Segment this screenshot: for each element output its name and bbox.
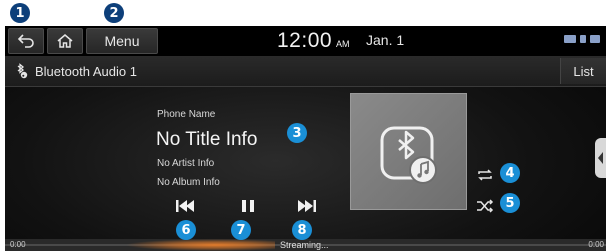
bluetooth-status-icon bbox=[580, 35, 586, 43]
pause-icon bbox=[242, 200, 254, 212]
callout-3: 3 bbox=[287, 123, 307, 143]
callout-4: 4 bbox=[500, 163, 520, 183]
repeat-button[interactable] bbox=[475, 168, 495, 182]
list-button[interactable]: List bbox=[560, 58, 606, 84]
previous-track-button[interactable] bbox=[172, 197, 198, 215]
bluetooth-music-icon bbox=[380, 126, 437, 184]
source-header: Bluetooth Audio 1 List bbox=[5, 56, 606, 87]
bluetooth-audio-icon bbox=[17, 63, 28, 79]
status-icons bbox=[564, 35, 600, 43]
callout-1: 1 bbox=[10, 3, 30, 23]
signal-icon bbox=[590, 35, 600, 43]
home-button[interactable] bbox=[47, 28, 83, 54]
total-time: 0:00 bbox=[588, 240, 604, 249]
pause-button[interactable] bbox=[235, 197, 261, 215]
battery-icon bbox=[564, 35, 576, 43]
track-title: No Title Info bbox=[156, 129, 258, 150]
menu-button[interactable]: Menu bbox=[86, 28, 158, 54]
streaming-status: Streaming... bbox=[280, 240, 329, 250]
source-title: Bluetooth Audio 1 bbox=[35, 64, 137, 79]
next-track-button[interactable] bbox=[294, 197, 320, 215]
shuffle-button[interactable] bbox=[475, 199, 495, 213]
back-button[interactable] bbox=[8, 28, 44, 54]
clock-ampm: AM bbox=[336, 39, 350, 49]
callout-5: 5 bbox=[500, 193, 520, 213]
callout-2: 2 bbox=[104, 3, 124, 23]
home-icon bbox=[57, 34, 73, 48]
repeat-icon bbox=[478, 169, 492, 181]
artist-name: No Artist Info bbox=[157, 158, 215, 169]
album-art bbox=[350, 93, 467, 210]
head-unit-screen: Menu 12:00 AM Jan. 1 Bluetooth Audio 1 L… bbox=[5, 26, 606, 251]
shuffle-icon bbox=[477, 199, 494, 213]
skip-previous-icon bbox=[176, 200, 194, 212]
phone-name: Phone Name bbox=[157, 109, 216, 120]
progress-glow bbox=[125, 239, 275, 251]
top-bar: Menu 12:00 AM Jan. 1 bbox=[5, 26, 606, 56]
skip-next-icon bbox=[298, 200, 316, 212]
callout-8: 8 bbox=[292, 220, 312, 240]
date-display: Jan. 1 bbox=[366, 32, 405, 48]
side-panel-handle[interactable] bbox=[595, 138, 606, 178]
back-arrow-icon bbox=[17, 34, 34, 48]
callout-6: 6 bbox=[176, 220, 196, 240]
elapsed-time: 0:00 bbox=[10, 240, 26, 249]
album-name: No Album Info bbox=[157, 177, 220, 188]
clock-time: 12:00 bbox=[277, 29, 333, 52]
callout-7: 7 bbox=[231, 220, 251, 240]
